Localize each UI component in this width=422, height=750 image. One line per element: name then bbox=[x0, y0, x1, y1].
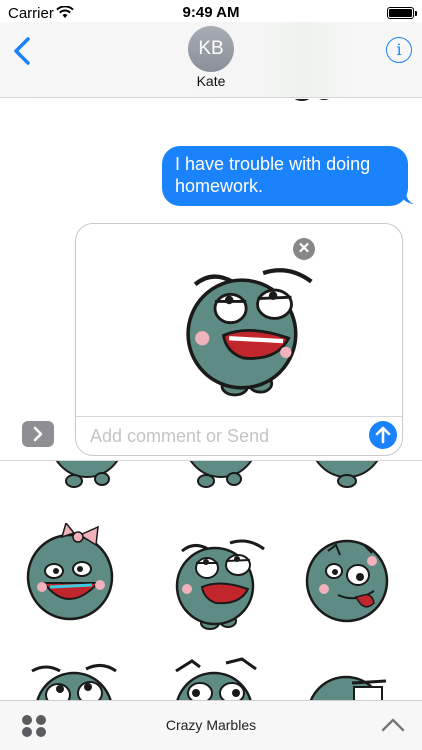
app-drawer-bar: Crazy Marbles bbox=[0, 700, 422, 750]
app-name-label: Crazy Marbles bbox=[165, 717, 257, 733]
remove-sticker-button[interactable]: ✕ bbox=[293, 238, 315, 260]
info-icon[interactable]: i bbox=[386, 37, 412, 63]
blushing-marble-sticker[interactable] bbox=[176, 460, 266, 493]
contact-name[interactable]: Kate bbox=[0, 73, 422, 89]
chevron-left-icon[interactable] bbox=[10, 36, 36, 66]
laughing-bow-marble-sticker[interactable] bbox=[22, 523, 122, 623]
surprised-marble-sticker[interactable] bbox=[166, 657, 266, 700]
squinting-marble-sticker[interactable] bbox=[304, 667, 394, 700]
grumpy-marble-sticker[interactable] bbox=[302, 460, 392, 493]
compose-card: ✕ bbox=[75, 223, 403, 456]
status-time: 9:49 AM bbox=[182, 4, 240, 21]
bubble-tail bbox=[400, 191, 414, 204]
battery-icon bbox=[387, 7, 417, 19]
wide-eyed-marble-sticker[interactable] bbox=[24, 661, 124, 700]
comment-input[interactable] bbox=[90, 423, 360, 449]
tongue-out-marble-sticker[interactable] bbox=[302, 533, 392, 625]
rolling-eyes-marble-sticker[interactable] bbox=[160, 531, 280, 641]
battery-level-fill bbox=[389, 9, 412, 17]
compose-divider bbox=[76, 416, 402, 417]
sticker-browser bbox=[0, 460, 422, 700]
previous-sticker-partial bbox=[294, 99, 329, 101]
conversation-header: KB Kate i bbox=[0, 22, 422, 98]
expand-button[interactable] bbox=[22, 421, 54, 447]
send-button[interactable] bbox=[369, 421, 397, 449]
contact-avatar[interactable]: KB bbox=[188, 26, 234, 72]
smiling-marble-sticker[interactable] bbox=[42, 460, 132, 493]
arrow-up-icon bbox=[375, 426, 391, 444]
chevron-right-icon bbox=[33, 426, 43, 442]
chevron-up-icon[interactable] bbox=[380, 715, 406, 735]
message-bubble-sent[interactable]: I have trouble with doing homework. bbox=[162, 146, 408, 206]
rolling-eyes-marble-sticker[interactable] bbox=[164, 254, 334, 414]
attached-sticker-area: ✕ bbox=[76, 224, 402, 416]
